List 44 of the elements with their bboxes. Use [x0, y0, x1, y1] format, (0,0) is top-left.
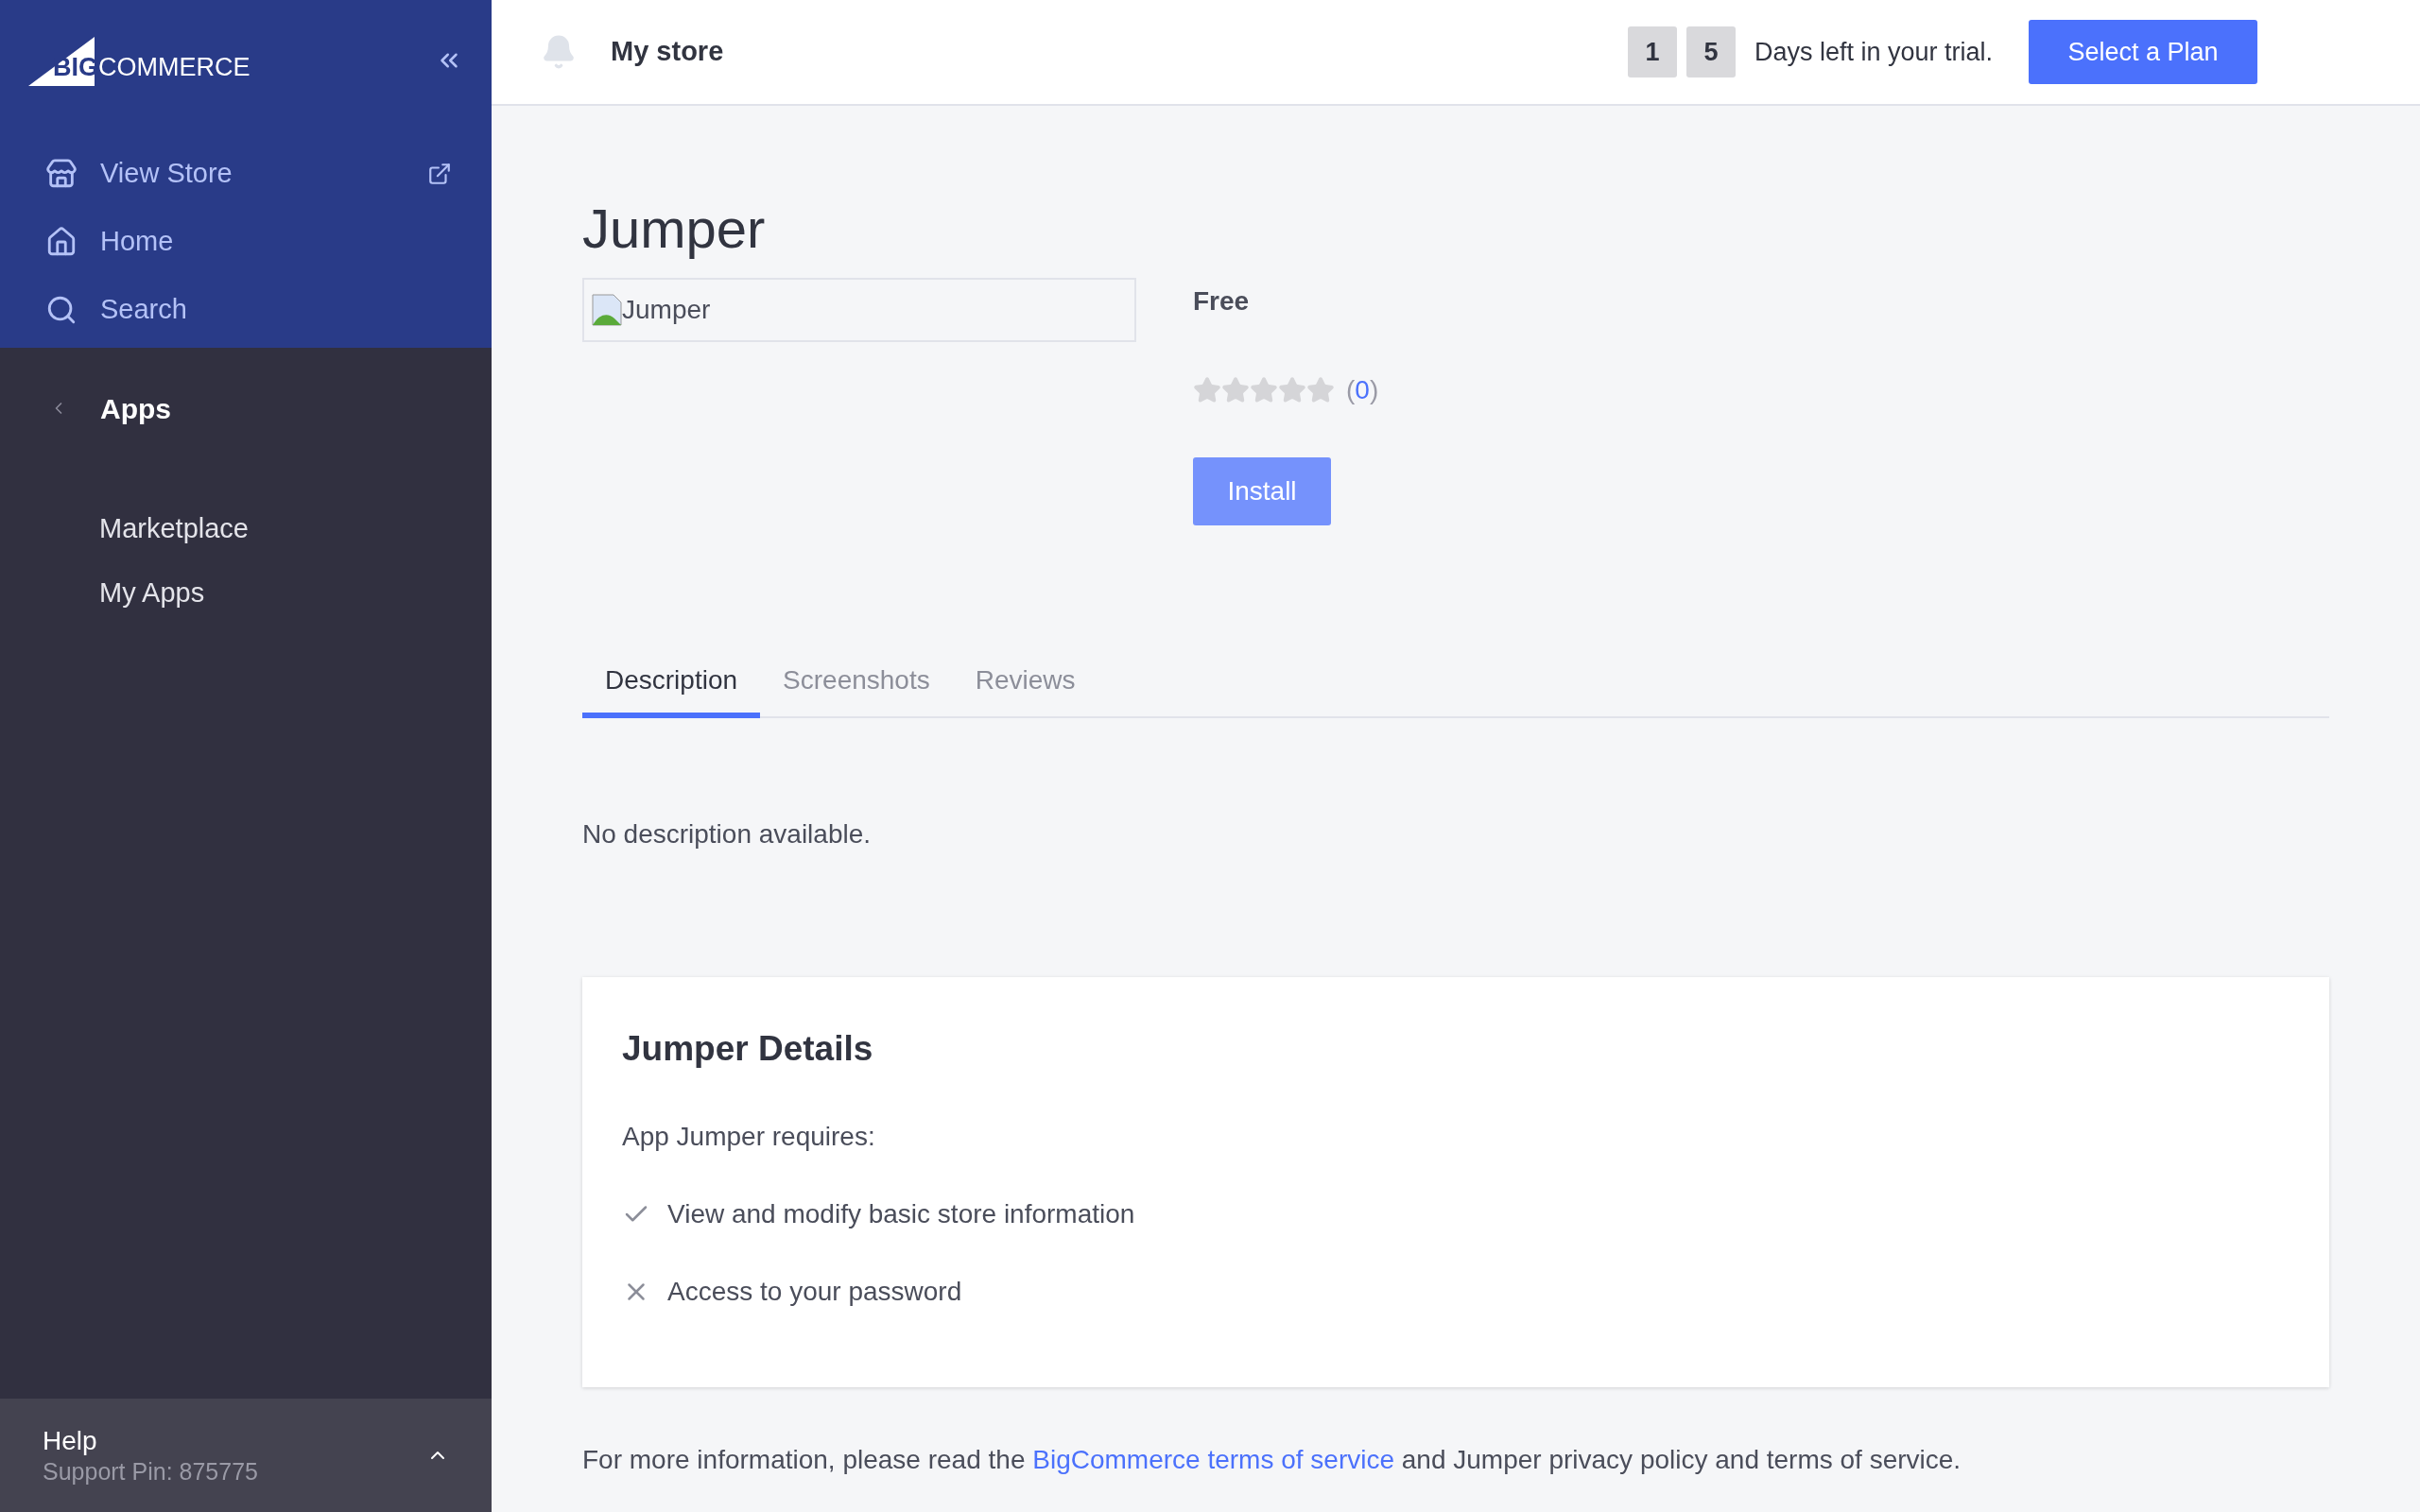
trial-text: Days left in your trial.: [1754, 36, 1993, 68]
sidebar-nav-item[interactable]: Search: [0, 276, 492, 344]
help-title: Help: [43, 1424, 98, 1457]
logo-triangle-icon: [28, 37, 95, 86]
nav-label: Search: [100, 293, 188, 327]
price: Free: [1193, 285, 1251, 318]
permission-text: View and modify basic store information: [667, 1197, 1135, 1230]
home-icon: [45, 226, 78, 258]
apps-section-header[interactable]: Apps: [0, 348, 492, 469]
store-icon: [45, 158, 78, 190]
store-name: My store: [611, 35, 724, 69]
search-icon: [45, 294, 78, 326]
permission-text: Access to your password: [667, 1275, 962, 1308]
logo-text: COMMERCE: [98, 55, 251, 83]
app-title: Jumper: [582, 197, 767, 261]
nav-label: Home: [100, 225, 175, 259]
review-count-link[interactable]: (0): [1346, 370, 1379, 410]
section-title: Apps: [100, 391, 171, 426]
trial-digit: 1: [1627, 26, 1677, 77]
terms-link[interactable]: BigCommerce terms of service: [1032, 1444, 1394, 1474]
nav-label: View Store: [100, 157, 233, 191]
help-panel[interactable]: Help Support Pin: 875775: [0, 1399, 492, 1512]
description-text: No description available.: [582, 818, 873, 850]
requirements-intro: App Jumper requires:: [622, 1120, 876, 1153]
trial-digit: 5: [1685, 26, 1736, 77]
select-plan-button[interactable]: Select a Plan: [2029, 20, 2257, 84]
sidebar-nav-item[interactable]: View Store: [0, 140, 492, 208]
star-icon: [1193, 376, 1221, 404]
sidebar-nav-item[interactable]: Home: [0, 208, 492, 276]
star-icon: [1221, 376, 1250, 404]
tab[interactable]: Description: [582, 648, 761, 718]
sidebar-item[interactable]: My Apps: [0, 561, 492, 626]
star-icon: [1250, 376, 1278, 404]
broken-image-icon: [592, 294, 622, 326]
external-link-icon[interactable]: [427, 162, 452, 186]
sidebar-item[interactable]: Marketplace: [0, 497, 492, 561]
tab[interactable]: Reviews: [952, 648, 1098, 718]
tab[interactable]: Screenshots: [760, 648, 953, 718]
star-icon: [1278, 376, 1306, 404]
star-icon: [1306, 376, 1335, 404]
image-alt-text: Jumper: [622, 294, 711, 326]
footer-note: For more information, please read the BigCommerce terms of service and Jumper privacy policy and terms of service.: [582, 1443, 1962, 1476]
details-title: Jumper Details: [622, 1028, 874, 1070]
support-pin: Support Pin: 875775: [43, 1456, 259, 1486]
